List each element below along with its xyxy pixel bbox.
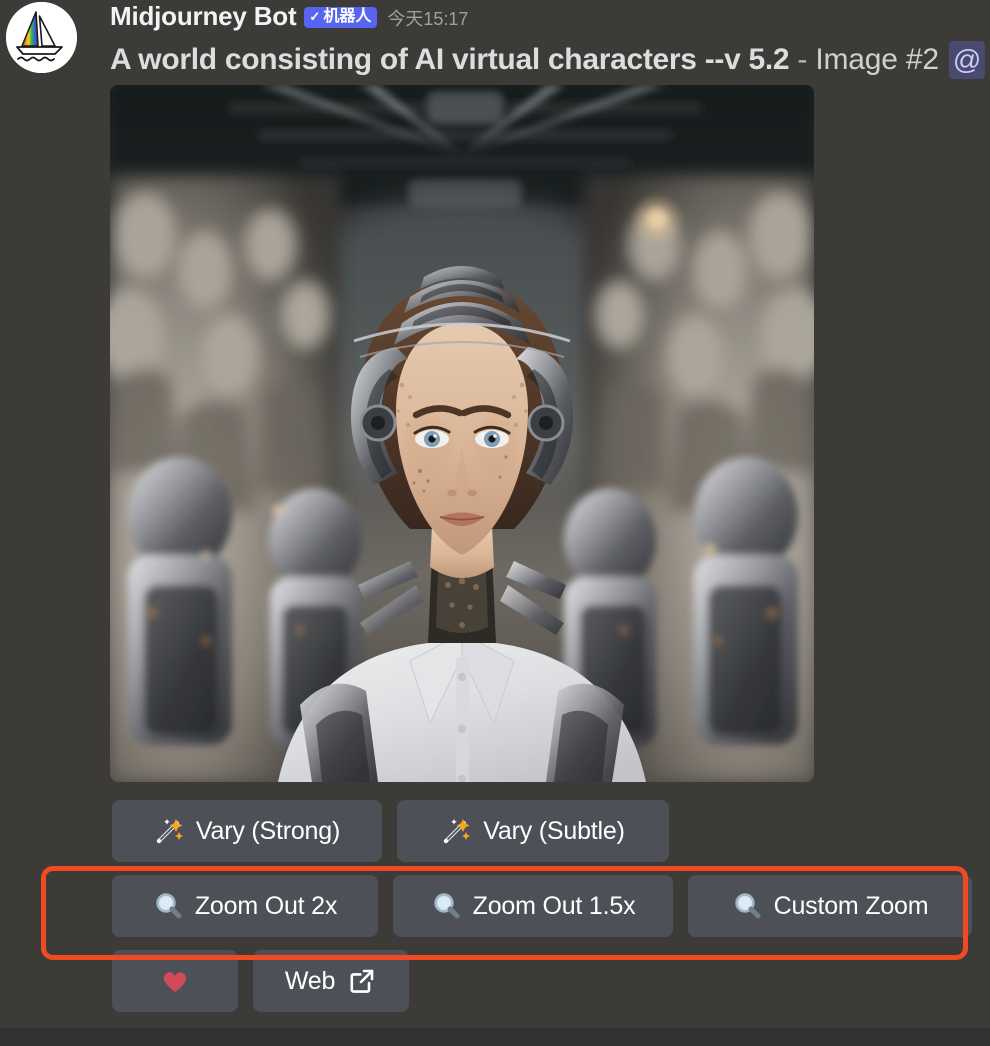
verified-check-icon: ✓ (309, 9, 321, 24)
prompt-separator: - (797, 43, 808, 76)
web-button[interactable]: Web (253, 950, 409, 1012)
magnifying-glass-icon (431, 891, 461, 921)
zoom-out-1-5x-label: Zoom Out 1.5x (472, 891, 636, 920)
heart-icon (160, 966, 190, 996)
zoom-out-1-5x-button[interactable]: Zoom Out 1.5x (393, 875, 673, 937)
custom-zoom-button[interactable]: Custom Zoom (688, 875, 972, 937)
magic-wand-icon (154, 816, 184, 846)
image-index-label: Image #2 (815, 43, 939, 76)
midjourney-sailboat-logo (6, 2, 77, 73)
vary-strong-label: Vary (Strong) (195, 816, 341, 845)
username[interactable]: Midjourney Bot (110, 1, 297, 32)
action-buttons: Vary (Strong) Vary (Subtle) Zoom Out 2x … (0, 800, 990, 1025)
magnifying-glass-icon (153, 891, 183, 921)
vary-strong-button[interactable]: Vary (Strong) (112, 800, 382, 862)
generated-image[interactable] (110, 85, 814, 782)
favorite-button[interactable] (112, 950, 238, 1012)
vary-subtle-label: Vary (Subtle) (483, 816, 625, 845)
web-label: Web (284, 966, 336, 995)
generated-image-content (110, 85, 814, 782)
bottom-strip (0, 1028, 990, 1046)
magnifying-glass-icon (732, 891, 762, 921)
message-timestamp: 今天15:17 (387, 9, 469, 29)
zoom-button-row: Zoom Out 2x Zoom Out 1.5x Custom Zoom (0, 875, 990, 937)
bot-badge: ✓ 机器人 (304, 6, 378, 28)
external-link-icon (347, 966, 377, 996)
custom-zoom-label: Custom Zoom (773, 891, 929, 920)
zoom-out-2x-label: Zoom Out 2x (194, 891, 338, 920)
mention-chip[interactable]: @ (948, 41, 986, 79)
magic-wand-icon (441, 816, 471, 846)
vary-button-row: Vary (Strong) Vary (Subtle) (0, 800, 990, 862)
vary-subtle-button[interactable]: Vary (Subtle) (397, 800, 669, 862)
bot-badge-label: 机器人 (323, 7, 372, 25)
message-header: Midjourney Bot ✓ 机器人 今天15:17 (110, 0, 468, 32)
prompt-line: A world consisting of AI virtual charact… (110, 40, 990, 80)
discord-message: Midjourney Bot ✓ 机器人 今天15:17 A world con… (0, 0, 990, 1028)
zoom-out-2x-button[interactable]: Zoom Out 2x (112, 875, 378, 937)
utility-button-row: Web (0, 950, 990, 1012)
avatar[interactable] (6, 2, 77, 73)
prompt-text: A world consisting of AI virtual charact… (110, 43, 790, 76)
